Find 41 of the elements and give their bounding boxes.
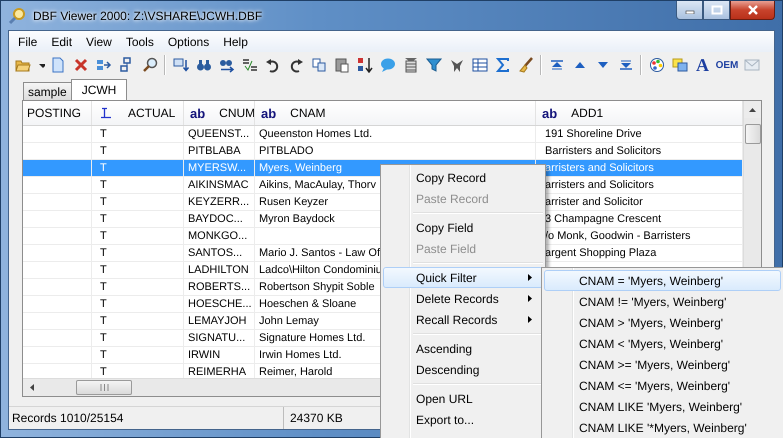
table-cell: T	[92, 177, 184, 193]
header-label: POSTING	[27, 106, 82, 120]
table-cell: T	[92, 160, 184, 176]
table-cell: AIKINSMAC	[184, 177, 255, 193]
header-label: CNUM	[219, 106, 254, 120]
table-cell: T	[92, 296, 184, 312]
table-cell: T	[92, 347, 184, 363]
table-cell: SIGNATU...	[184, 330, 255, 346]
table-cell: PITBLABA	[184, 143, 255, 159]
table-cell: IRWIN	[184, 347, 255, 363]
window-title: DBF Viewer 2000: Z:\VSHARE\JCWH.DBF	[33, 8, 262, 22]
status-text: 24370 KB	[289, 411, 343, 425]
table-cell: T	[92, 330, 184, 346]
table-cell: MONKGO...	[184, 228, 255, 244]
status-text: Records 1010/25154	[9, 407, 284, 429]
table-cell: QUEENST...	[184, 126, 255, 142]
table-cell: T	[92, 262, 184, 278]
table-cell: SANTOS...	[184, 245, 255, 261]
table-cell: KEYZERR...	[184, 194, 255, 210]
header-label: CNAM	[290, 106, 326, 120]
header-label: ACTUAL	[128, 106, 176, 120]
table-cell: T	[92, 228, 184, 244]
table-cell: T	[92, 313, 184, 329]
field-type-label: ab	[261, 106, 276, 120]
table-cell: LADHILTON	[184, 262, 255, 278]
table-cell: T	[92, 194, 184, 210]
table-cell: MYERSW...	[184, 160, 255, 176]
table-cell: T	[92, 245, 184, 261]
table-cell: T	[92, 211, 184, 227]
field-type-label: ab	[190, 106, 206, 120]
header-label: ADD1	[571, 106, 604, 120]
table-cell: PITBLADO	[255, 143, 536, 159]
field-type-label: ab	[542, 106, 558, 120]
table-cell: Queenston Homes Ltd.	[255, 126, 536, 142]
table-cell: LEMAYJOH	[184, 313, 255, 329]
table-cell: T	[92, 143, 184, 159]
table-cell: HOESCHE...	[184, 296, 255, 312]
table-cell: T	[92, 126, 184, 142]
table-cell: T	[92, 279, 184, 295]
table-cell: ROBERTS...	[184, 279, 255, 295]
table-cell: BAYDOC...	[184, 211, 255, 227]
